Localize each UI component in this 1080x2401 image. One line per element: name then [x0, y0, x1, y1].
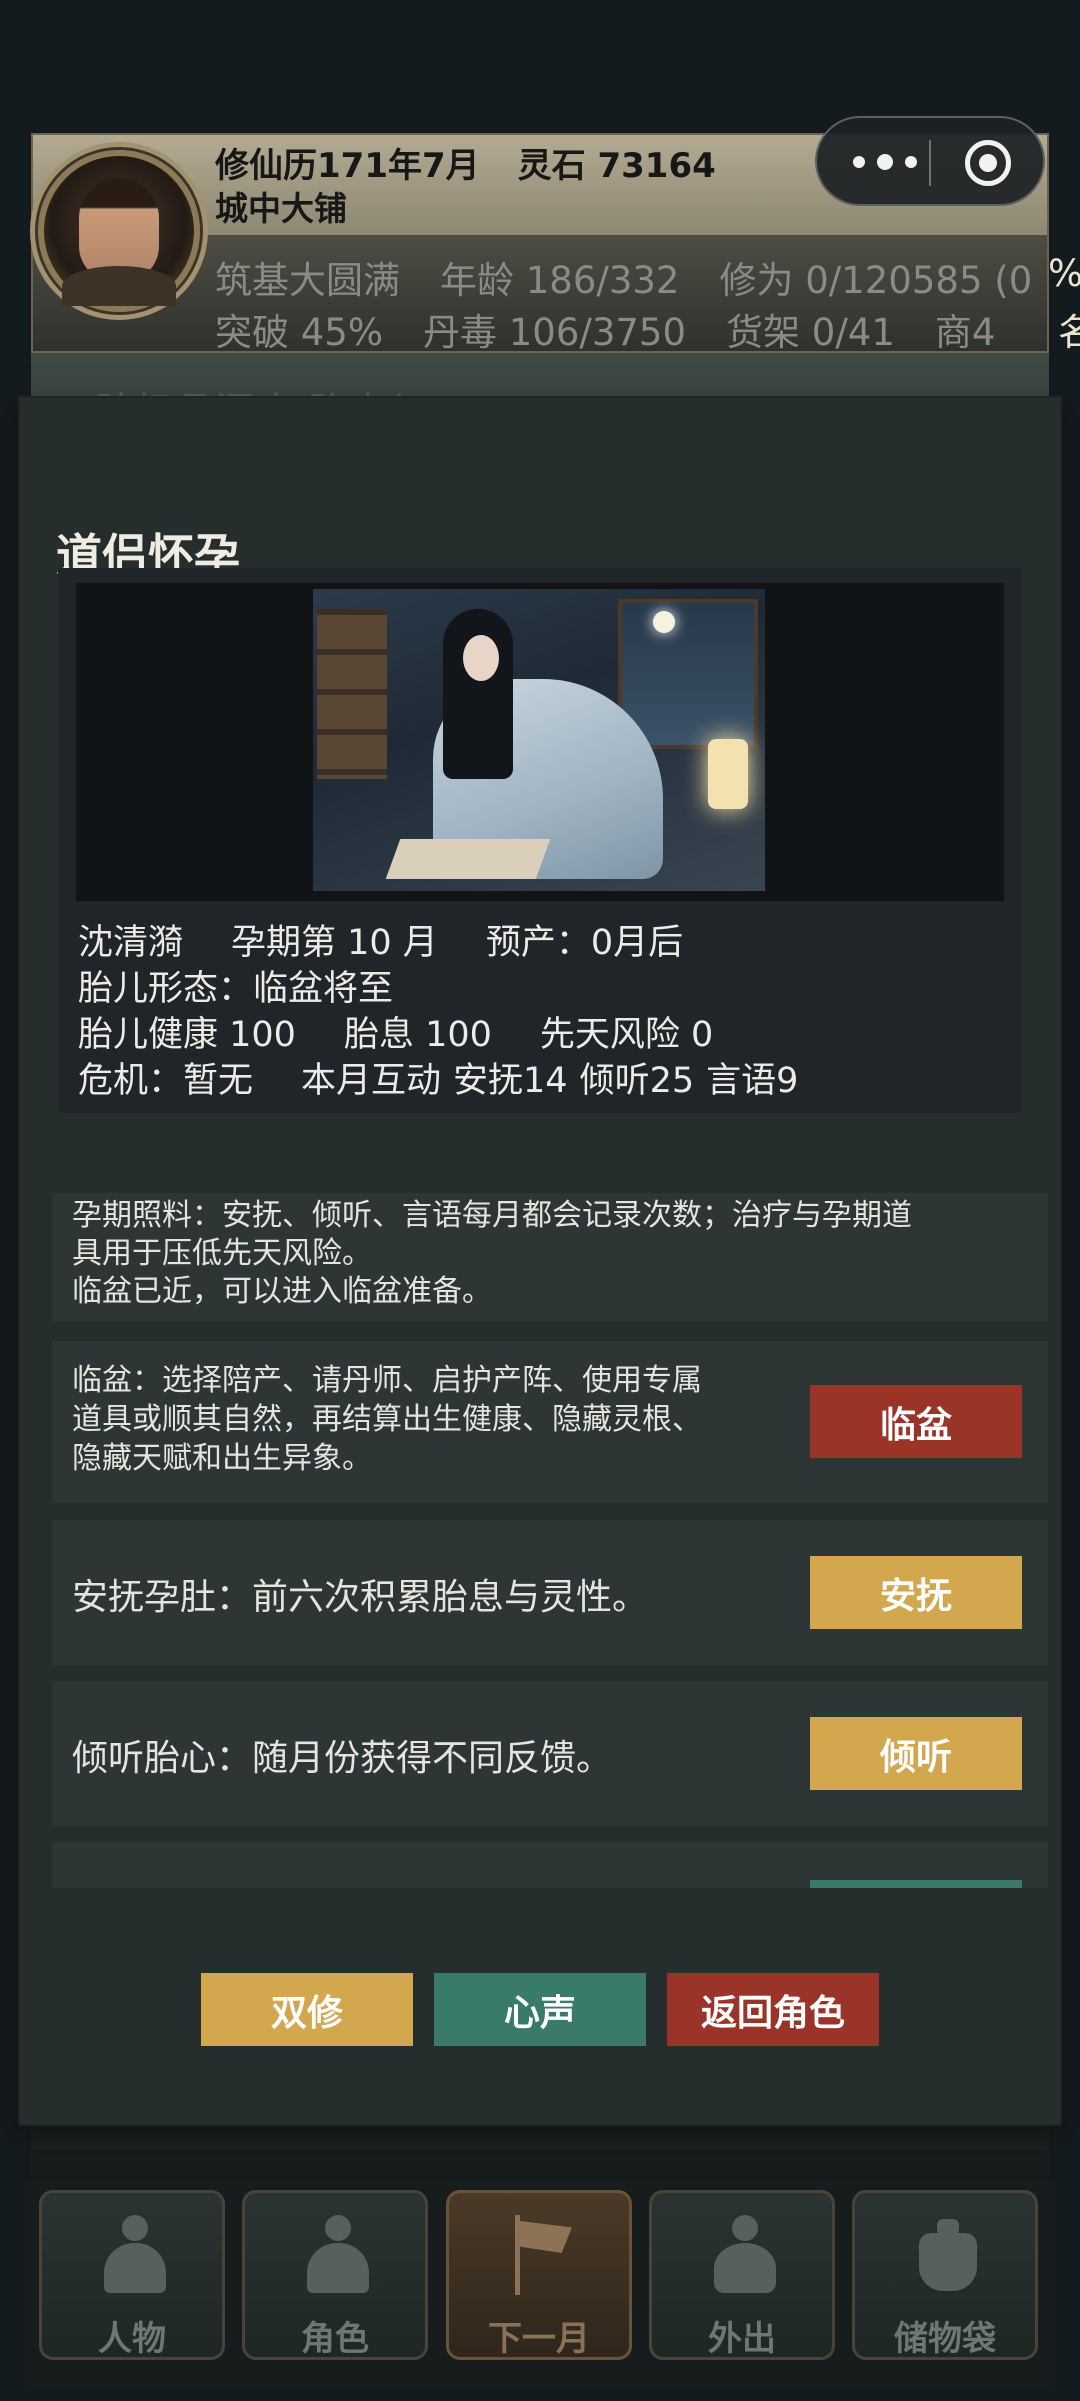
back-to-role-button[interactable]: 返回角色: [667, 1973, 879, 2046]
calendar-date: 修仙历171年7月: [215, 146, 480, 186]
care-note-line-3: 临盆已近，可以进入临盆准备。: [72, 1274, 492, 1309]
listen-count: 倾听25: [579, 1061, 695, 1101]
tab-next-month-label: 下一月: [488, 2319, 590, 2359]
pregnancy-month: 孕期第 10 月: [231, 923, 438, 963]
pregnancy-info: 沈清漪 孕期第 10 月 预产：0月后 胎儿形态：临盆将至 胎儿健康 100 胎息 1…: [78, 920, 810, 1104]
tab-storage-bag-label: 储物袋: [894, 2319, 996, 2359]
inner-voice-button[interactable]: 心声: [434, 1973, 646, 2046]
close-miniprogram-icon[interactable]: [965, 140, 1011, 186]
avatar-body: [62, 266, 176, 306]
crisis-status: 危机：暂无: [78, 1061, 254, 1101]
tab-go-out[interactable]: 外出: [649, 2190, 835, 2360]
capsule-divider: [929, 140, 931, 186]
care-note-line-1: 孕期照料：安抚、倾听、言语每月都会记录次数；治疗与孕期道: [72, 1198, 912, 1233]
bottom-tab-bar: 人物 角色 下一月 外出 储物袋: [31, 2150, 1049, 2390]
partner-info-card: 沈清漪 孕期第 10 月 预产：0月后 胎儿形态：临盆将至 胎儿健康 100 胎息 1…: [58, 568, 1022, 1113]
pregnancy-modal: 道侣怀孕 沈清漪 孕期第 10 月预产：0月后 胎儿形态：临盆将至 胎儿健康 1…: [20, 398, 1060, 2124]
tab-person-label: 人物: [98, 2319, 166, 2359]
overflow-fame: 名: [1058, 311, 1080, 354]
care-note-line-2: 具用于压低先天风险。: [72, 1236, 372, 1271]
shelf-stat: 货架 0/41: [726, 311, 895, 354]
delivery-desc-line-2: 道具或顺其自然，再结算出生健康、隐藏灵根、: [72, 1402, 702, 1437]
age-stat: 年龄 186/332: [440, 259, 680, 302]
bag-icon: [913, 2215, 983, 2295]
location-name: 城中大铺: [215, 189, 347, 228]
info-row-3: 胎儿健康 100 胎息 100 先天风险 0: [78, 1012, 810, 1058]
cultivation-stat: 修为 0/120585 (0: [719, 259, 1033, 302]
speech-count: 言语9: [706, 1061, 799, 1101]
header-calendar-line: 修仙历171年7月 灵石 73164: [215, 138, 754, 187]
avatar[interactable]: [38, 150, 200, 312]
action-row-soothe: 安抚孕肚：前六次积累胎息与灵性。 安抚: [52, 1520, 1048, 1665]
realm-stat: 筑基大圆满: [215, 259, 400, 302]
action-row-listen: 倾听胎心：随月份获得不同反馈。 倾听: [52, 1681, 1048, 1826]
innate-risk: 先天风险 0: [539, 1015, 714, 1055]
info-row-1: 沈清漪 孕期第 10 月 预产：0月后: [78, 920, 810, 966]
miniprogram-capsule: [815, 116, 1045, 206]
illustration-strip: [76, 583, 1004, 901]
overflow-percent: %: [1048, 252, 1080, 295]
interaction-label: 本月互动: [301, 1061, 442, 1101]
partner-name: 沈清漪: [78, 923, 184, 963]
tab-go-out-label: 外出: [708, 2319, 776, 2359]
tab-person[interactable]: 人物: [39, 2190, 225, 2360]
delivery-button[interactable]: 临盆: [810, 1385, 1022, 1458]
listen-button[interactable]: 倾听: [810, 1717, 1022, 1790]
action-row-delivery: 临盆：选择陪产、请丹师、启护产阵、使用专属 道具或顺其自然，再结算出生健康、隐藏…: [52, 1341, 1048, 1503]
soothe-button[interactable]: 安抚: [810, 1556, 1022, 1629]
speech-button-partial[interactable]: [810, 1880, 1022, 1888]
soothe-description: 安抚孕肚：前六次积累胎息与灵性。: [72, 1577, 649, 1618]
stats-row-1: 筑基大圆满 年龄 186/332 修为 0/120585 (0: [215, 250, 1072, 304]
more-icon[interactable]: [847, 148, 927, 178]
delivery-desc-line-1: 临盆：选择陪产、请丹师、启护产阵、使用专属: [72, 1363, 702, 1398]
delivery-description: 临盆：选择陪产、请丹师、启护产阵、使用专属 道具或顺其自然，再结算出生健康、隐藏…: [72, 1361, 702, 1478]
merchant-stat: 商4: [934, 311, 996, 354]
breakthrough-stat: 突破 45%: [215, 311, 383, 354]
tab-next-month[interactable]: 下一月: [446, 2190, 632, 2360]
tab-role[interactable]: 角色: [242, 2190, 428, 2360]
fetal-form: 胎儿形态：临盆将至: [78, 969, 394, 1009]
flag-icon: [507, 2215, 577, 2295]
lotus-icon: [710, 2215, 780, 2295]
due-date: 预产：0月后: [485, 923, 684, 963]
dual-cultivation-button[interactable]: 双修: [201, 1973, 413, 2046]
partner-illustration: [313, 589, 765, 891]
care-note: 孕期照料：安抚、倾听、言语每月都会记录次数；治疗与孕期道 具用于压低先天风险。 …: [52, 1193, 1048, 1321]
spirit-stone-count: 灵石 73164: [517, 146, 716, 186]
tab-role-label: 角色: [301, 2319, 369, 2359]
delivery-desc-line-3: 隐藏天赋和出生异象。: [72, 1441, 372, 1476]
listen-description: 倾听胎心：随月份获得不同反馈。: [72, 1738, 613, 1779]
info-row-4: 危机：暂无 本月互动 安抚14 倾听25 言语9: [78, 1058, 810, 1104]
fetal-health: 胎儿健康 100: [78, 1015, 296, 1055]
pill-toxin-stat: 丹毒 106/3750: [423, 311, 687, 354]
role-icon: [303, 2215, 373, 2295]
person-icon: [100, 2215, 170, 2295]
stats-row-2: 突破 45% 丹毒 106/3750 货架 0/41 商4: [215, 302, 1035, 356]
soothe-count: 安抚14: [453, 1061, 568, 1101]
fetal-breath: 胎息 100: [343, 1015, 492, 1055]
info-row-2: 胎儿形态：临盆将至: [78, 966, 810, 1012]
action-row-partial: [52, 1842, 1048, 1888]
tab-storage-bag[interactable]: 储物袋: [852, 2190, 1038, 2360]
